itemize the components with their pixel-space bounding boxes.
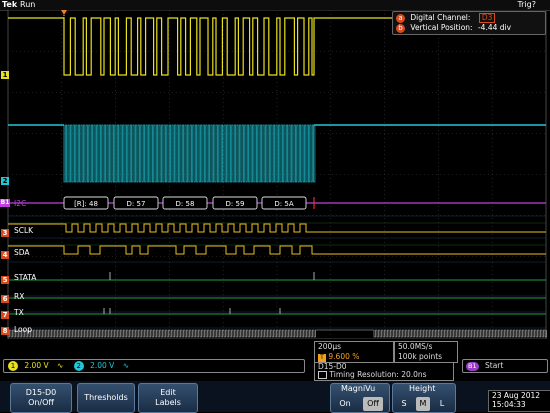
- d15-button-line2: On/Off: [28, 398, 54, 407]
- digital-label-stata: STATA: [14, 273, 37, 282]
- bus-packet-label: [R]: 48: [74, 200, 98, 208]
- digital-channel-row: a Digital Channel: D3: [396, 13, 496, 23]
- vertical-position-value: -4.44 div: [477, 23, 512, 32]
- ch1-scale-icon: 1: [8, 361, 18, 371]
- bottom-menu-bar: D15-D0 On/Off Thresholds Edit Labels Mag…: [0, 381, 550, 413]
- d15-button-line1: D15-D0: [25, 388, 57, 397]
- timing-value: 20.0ns: [401, 370, 427, 379]
- digital-channel-value: D3: [478, 13, 496, 23]
- ch2-burst: [63, 124, 317, 183]
- vertical-position-row: b Vertical Position: -4.44 div: [396, 23, 511, 33]
- edit-labels-line2: Labels: [155, 398, 181, 407]
- sample-rate: 50.0MS/s: [398, 342, 433, 351]
- date-value: 23 Aug 2012: [492, 391, 541, 400]
- ch2-marker[interactable]: 2: [1, 177, 9, 185]
- ch1-bandwidth-icon: ∿: [57, 361, 64, 370]
- ch2-scale-value: 2.00 V: [90, 361, 115, 370]
- height-small-option[interactable]: S: [397, 397, 411, 411]
- bus-marker[interactable]: B1: [0, 199, 10, 207]
- digital-marker-tx[interactable]: 7: [1, 311, 9, 319]
- magnivu-off-option[interactable]: Off: [363, 397, 383, 411]
- edit-labels-button[interactable]: Edit Labels: [138, 383, 198, 413]
- ch1-scale-value: 2.00 V: [24, 361, 49, 370]
- time-value: 15:04:33: [492, 400, 526, 409]
- thresholds-button[interactable]: Thresholds: [77, 383, 135, 413]
- digital-label-loop: Loop: [14, 325, 32, 334]
- digital-info-readout[interactable]: D15-D0 Timing Resolution: 20.0ns: [314, 362, 454, 381]
- a-knob-icon: a: [396, 14, 405, 23]
- waveform-display[interactable]: [R]: 48 D: 57 D: 58 D: 59 D: 5A: [0, 10, 550, 339]
- magnivu-label: MagniVu: [341, 384, 376, 393]
- timing-icon: [318, 371, 327, 379]
- thresholds-button-label: Thresholds: [84, 393, 128, 402]
- trigger-bus-badge: B1: [466, 362, 479, 371]
- trigger-readout[interactable]: B1 Start: [462, 359, 548, 373]
- digital-marker-rx[interactable]: 6: [1, 295, 9, 303]
- height-large-option[interactable]: L: [435, 397, 449, 411]
- edit-labels-line1: Edit: [160, 388, 176, 397]
- acquisition-status[interactable]: Run: [20, 0, 35, 10]
- digital-marker-loop[interactable]: 8: [1, 327, 9, 335]
- magnivu-button[interactable]: MagniVu On Off: [330, 383, 390, 413]
- bus-packet-label: D: 5A: [274, 200, 293, 208]
- time-per-div: 200µs: [318, 342, 341, 351]
- trigger-type: Start: [485, 361, 504, 370]
- ch2-scale-icon: 2: [73, 361, 84, 371]
- digital-label-tx: TX: [14, 308, 24, 317]
- digital-marker-sclk[interactable]: 3: [1, 229, 9, 237]
- d15-on-off-button[interactable]: D15-D0 On/Off: [10, 383, 72, 413]
- height-button[interactable]: Height S M L: [392, 383, 456, 413]
- sample-rate-readout[interactable]: 50.0MS/s 100k points: [394, 341, 458, 363]
- vertical-info-panel: a Digital Channel: D3 b Vertical Positio…: [392, 11, 546, 35]
- timing-resolution: Timing Resolution: 20.0ns: [315, 371, 453, 379]
- digital-marker-sda[interactable]: 4: [1, 251, 9, 259]
- digital-label-sclk: SCLK: [14, 226, 34, 235]
- trigger-position: T 9.600 %: [315, 352, 393, 362]
- b-knob-icon: b: [396, 24, 405, 33]
- record-length: 100k points: [398, 352, 443, 361]
- digital-marker-stata[interactable]: 5: [1, 276, 9, 284]
- ch1-marker[interactable]: 1: [1, 71, 9, 79]
- digital-label-sda: SDA: [14, 248, 30, 257]
- brand-logo: Tek: [2, 0, 18, 9]
- bus-packet-label: D: 59: [226, 200, 245, 208]
- date-time-display: 23 Aug 2012 15:04:33: [488, 390, 550, 412]
- trigger-position-value: 9.600 %: [328, 352, 360, 361]
- bus-packet-label: D: 57: [127, 200, 146, 208]
- bus-label: I2C: [14, 199, 27, 208]
- bus-packet-label: D: 58: [176, 200, 195, 208]
- timing-label: Timing Resolution:: [329, 370, 399, 379]
- status-readout-area: 200µs T 9.600 % 50.0MS/s 100k points 1 2…: [0, 339, 550, 381]
- height-label: Height: [409, 384, 436, 393]
- timebase-readout[interactable]: 200µs T 9.600 %: [314, 341, 394, 363]
- magnivu-on-option[interactable]: On: [335, 397, 355, 411]
- ch2-bandwidth-icon: ∿: [122, 361, 129, 370]
- oscilloscope-screen: Tek Run Trig? [R]: 48 D: 57 D: 58 D: 59 D: 5…: [0, 0, 550, 413]
- trigger-position-icon: T: [318, 354, 326, 362]
- digital-label-rx: RX: [14, 292, 25, 301]
- vertical-position-label: Vertical Position:: [410, 23, 473, 32]
- channel-scale-readout[interactable]: 1 2.00 V ∿ 2 2.00 V ∿: [3, 359, 305, 373]
- height-medium-option[interactable]: M: [416, 397, 430, 411]
- digital-channel-label: Digital Channel:: [410, 13, 471, 22]
- trigger-status: Trig?: [517, 0, 536, 9]
